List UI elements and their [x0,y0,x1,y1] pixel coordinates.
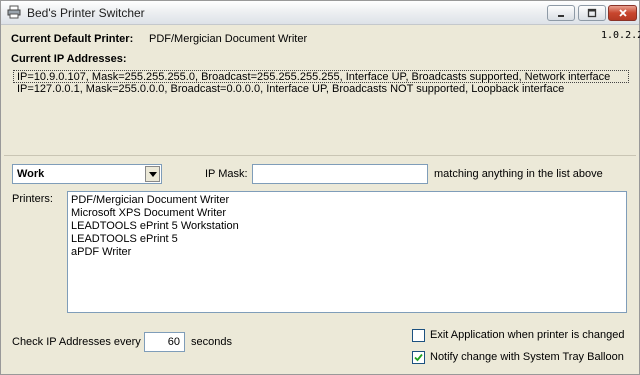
notify-balloon-label[interactable]: Notify change with System Tray Balloon [430,351,624,363]
close-icon [618,9,627,17]
printer-icon [7,5,21,19]
version-label: 1.0.2.2 [601,30,640,41]
ip-address-list[interactable]: IP=10.9.0.107, Mask=255.255.255.0, Broad… [13,70,633,96]
check-interval-label: Check IP Addresses every [12,336,141,348]
close-button[interactable] [608,5,637,21]
list-item[interactable]: LEADTOOLS ePrint 5 Workstation [71,220,623,233]
ip-mask-label: IP Mask: [205,168,248,180]
checkmark-icon [414,353,423,362]
window-title: Bed's Printer Switcher [27,6,145,20]
notify-balloon-checkbox[interactable] [412,351,425,364]
list-item[interactable]: IP=127.0.0.1, Mask=255.0.0.0, Broadcast=… [13,83,633,96]
maximize-icon [587,8,597,18]
app-window: Bed's Printer Switcher Current Default P… [0,0,640,375]
exit-on-change-checkbox[interactable] [412,329,425,342]
minimize-button[interactable] [547,5,575,21]
chevron-down-icon[interactable] [145,166,160,182]
exit-on-change-label[interactable]: Exit Application when printer is changed [430,329,624,341]
ip-mask-input[interactable] [252,164,428,184]
current-ip-label: Current IP Addresses: [11,53,127,65]
matching-label: matching anything in the list above [434,168,603,180]
minimize-icon [558,15,564,17]
separator [4,155,636,156]
title-bar[interactable]: Bed's Printer Switcher [1,1,639,25]
profile-selected: Work [17,168,45,180]
list-item[interactable]: PDF/Mergician Document Writer [71,194,623,207]
maximize-button[interactable] [578,5,606,21]
printers-list[interactable]: PDF/Mergician Document Writer Microsoft … [67,191,627,313]
list-item[interactable]: IP=10.9.0.107, Mask=255.255.255.0, Broad… [13,70,629,83]
check-interval-input[interactable]: 60 [144,332,185,352]
list-item[interactable]: LEADTOOLS ePrint 5 [71,233,623,246]
current-printer-label: Current Default Printer: [11,33,134,45]
list-item[interactable]: Microsoft XPS Document Writer [71,207,623,220]
list-item[interactable]: aPDF Writer [71,246,623,259]
printers-label: Printers: [12,193,53,205]
current-printer-value: PDF/Mergician Document Writer [149,33,308,45]
profile-dropdown[interactable]: Work [12,164,162,184]
seconds-label: seconds [191,336,232,348]
